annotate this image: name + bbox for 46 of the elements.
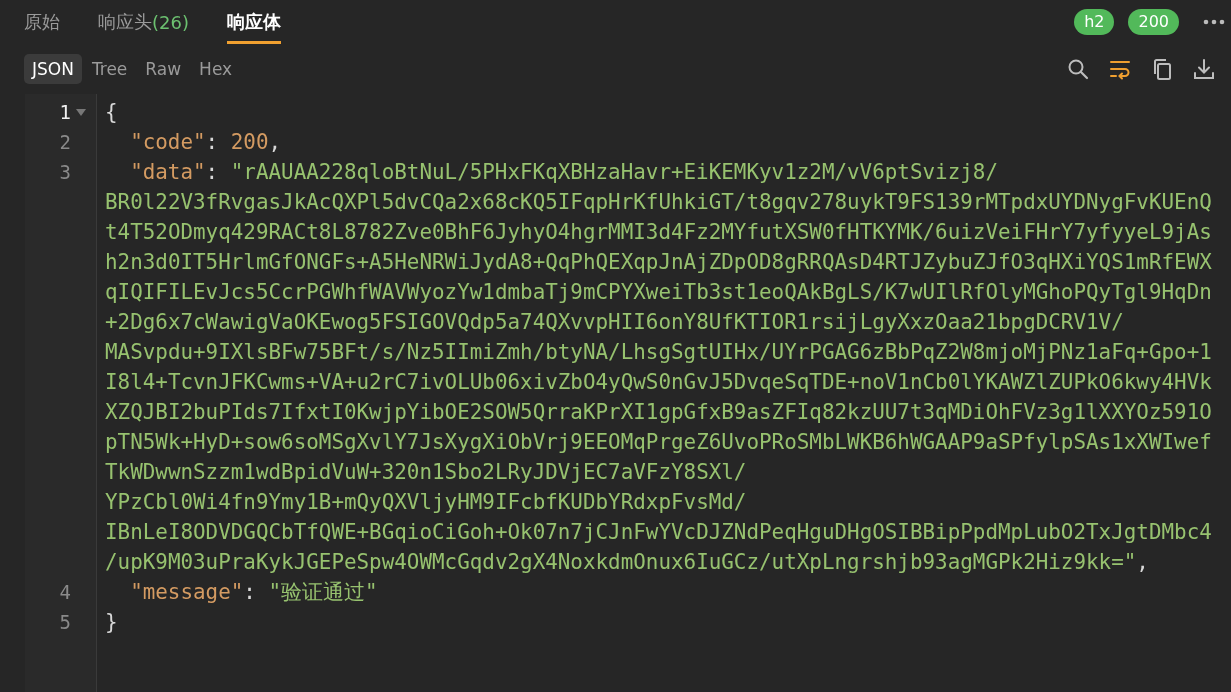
json-number: 200: [230, 130, 269, 154]
line-number: 3: [58, 161, 71, 183]
status-badge: 200: [1128, 9, 1179, 35]
json-string: BR0l22V3fRvgasJkAcQXPl5dvCQa2x68cKQ5IFqpHrKfUhkiGT/t8gqv278uykT9FS139rMTpdxUYDNygFvKUEnQ: [105, 190, 1212, 214]
json-punctuation: }: [105, 610, 118, 634]
json-punctuation: ,: [1136, 550, 1149, 574]
json-punctuation: ,: [268, 130, 282, 154]
line-number: 1: [58, 101, 71, 123]
json-string: h2n3d0IT5HrlmGfONGFs+A5HeNRWiJydA8+QqPhQEXqpJnAjZDpOD8gRRQAsD4RTJZybuZJfO3qHXiYQS1mRfEWX: [105, 250, 1212, 274]
tab[interactable]: 原始: [24, 0, 60, 44]
json-string: /upK9M03uPraKykJGEPeSpw4OWMcGqdv2gX4NoxkdmOnux6IuGCz/utXpLngrshjb93agMGPk2Hiz9kk=": [105, 550, 1137, 574]
fold-arrow-icon[interactable]: [76, 107, 86, 117]
more-icon[interactable]: [1203, 19, 1225, 25]
json-key: "code": [130, 130, 206, 154]
json-punctuation: :: [243, 580, 256, 604]
search-icon[interactable]: [1067, 58, 1089, 80]
view-tab[interactable]: Raw: [137, 54, 190, 84]
json-string: IBnLeI8ODVDGQCbTfQWE+BGqioCiGoh+Ok07n7jCJnFwYVcDJZNdPeqHguDHgOSIBBipPpdMpLubO2TxJgtDMbc4: [105, 520, 1212, 544]
line-number: 2: [58, 131, 71, 153]
json-string: TkWDwwnSzzm1wdBpidVuW+320n1Sbo2LRyJDVjEC7aVFzY8SXl/: [105, 460, 747, 484]
status-badge: h2: [1074, 9, 1115, 35]
json-string: I8l4+TcvnJFKCwms+VA+u2rC7ivOLUb06xivZbO4yQwS0nGvJ5DvqeSqTDE+noV1nCb0lYKAWZlZUPkO6kwy4HVk: [105, 370, 1212, 394]
json-string: "rAAUAA228qloBtNuL/5PHxFKqXBHzaHavr+EiKEMKyv1z2M/vV6ptSvizj8/: [230, 160, 998, 184]
json-string: pTN5Wk+HyD+sow6soMSgXvlY7JsXygXiObVrj9EEOMqPrgeZ6UvoPRoSMbLWKB6hWGAAP9aSPfylpSAs1xXWIwef: [105, 430, 1212, 454]
json-punctuation: {: [105, 100, 118, 124]
json-string: +2Dg6x7cWawigVaOKEwog5FSIGOVQdp5a74QXvvpHII6onY8UfKTIOR1rsijLgyXxzOaa21bpgDCRV1V/: [105, 310, 1124, 334]
json-string: MASvpdu+9IXlsBFw75BFt/s/Nz5IImiZmh/btyNA/LhsgSgtUIHx/UYrPGAG6zBbPqZ2W8mjoMjPNz1aFq+Gpo+1: [105, 340, 1212, 364]
json-string: qIQIFILEvJcs5CcrPGWhfWAVWyozYw1dmbaTj9mCPYXweiTb3st1eoQAkBgLS/K7wUIlRfOlyMGhoPQyTgl9HqDn: [105, 280, 1212, 304]
json-punctuation: :: [205, 130, 219, 154]
json-string: YPzCbl0Wi4fn9Ymy1B+mQyQXVljyHM9IFcbfKUDbYRdxpFvsMd/: [105, 490, 747, 514]
json-string: t4T52ODmyq429RACt8L8782Zve0BhF6JyhyO4hgrMMI3d4Fz2MYfutXSW0fHTKYMK/6uizVeiFHrY7yfyyeL9jAs: [105, 220, 1212, 244]
download-icon[interactable]: [1193, 58, 1215, 80]
json-punctuation: :: [205, 160, 219, 184]
wrap-icon[interactable]: [1109, 58, 1131, 80]
view-tab[interactable]: Tree: [83, 54, 136, 84]
json-key: "message": [130, 580, 244, 604]
tab[interactable]: 响应体: [226, 0, 281, 44]
json-string: XZQJBI2buPIds7IfxtI0KwjpYibOE2SOW5QrraKPrXI1gpGfxB9asZFIq82kzUU7t3qMDiOhFVz3g1lXXYOz591O: [105, 400, 1212, 424]
line-number: 5: [58, 611, 71, 633]
json-key: "data": [130, 160, 206, 184]
json-string: "验证通过": [268, 580, 378, 604]
tab[interactable]: 响应头(26): [98, 0, 189, 44]
view-tab[interactable]: JSON: [24, 54, 82, 84]
line-number: 4: [58, 581, 71, 603]
view-tab[interactable]: Hex: [191, 54, 241, 84]
copy-icon[interactable]: [1151, 58, 1173, 80]
